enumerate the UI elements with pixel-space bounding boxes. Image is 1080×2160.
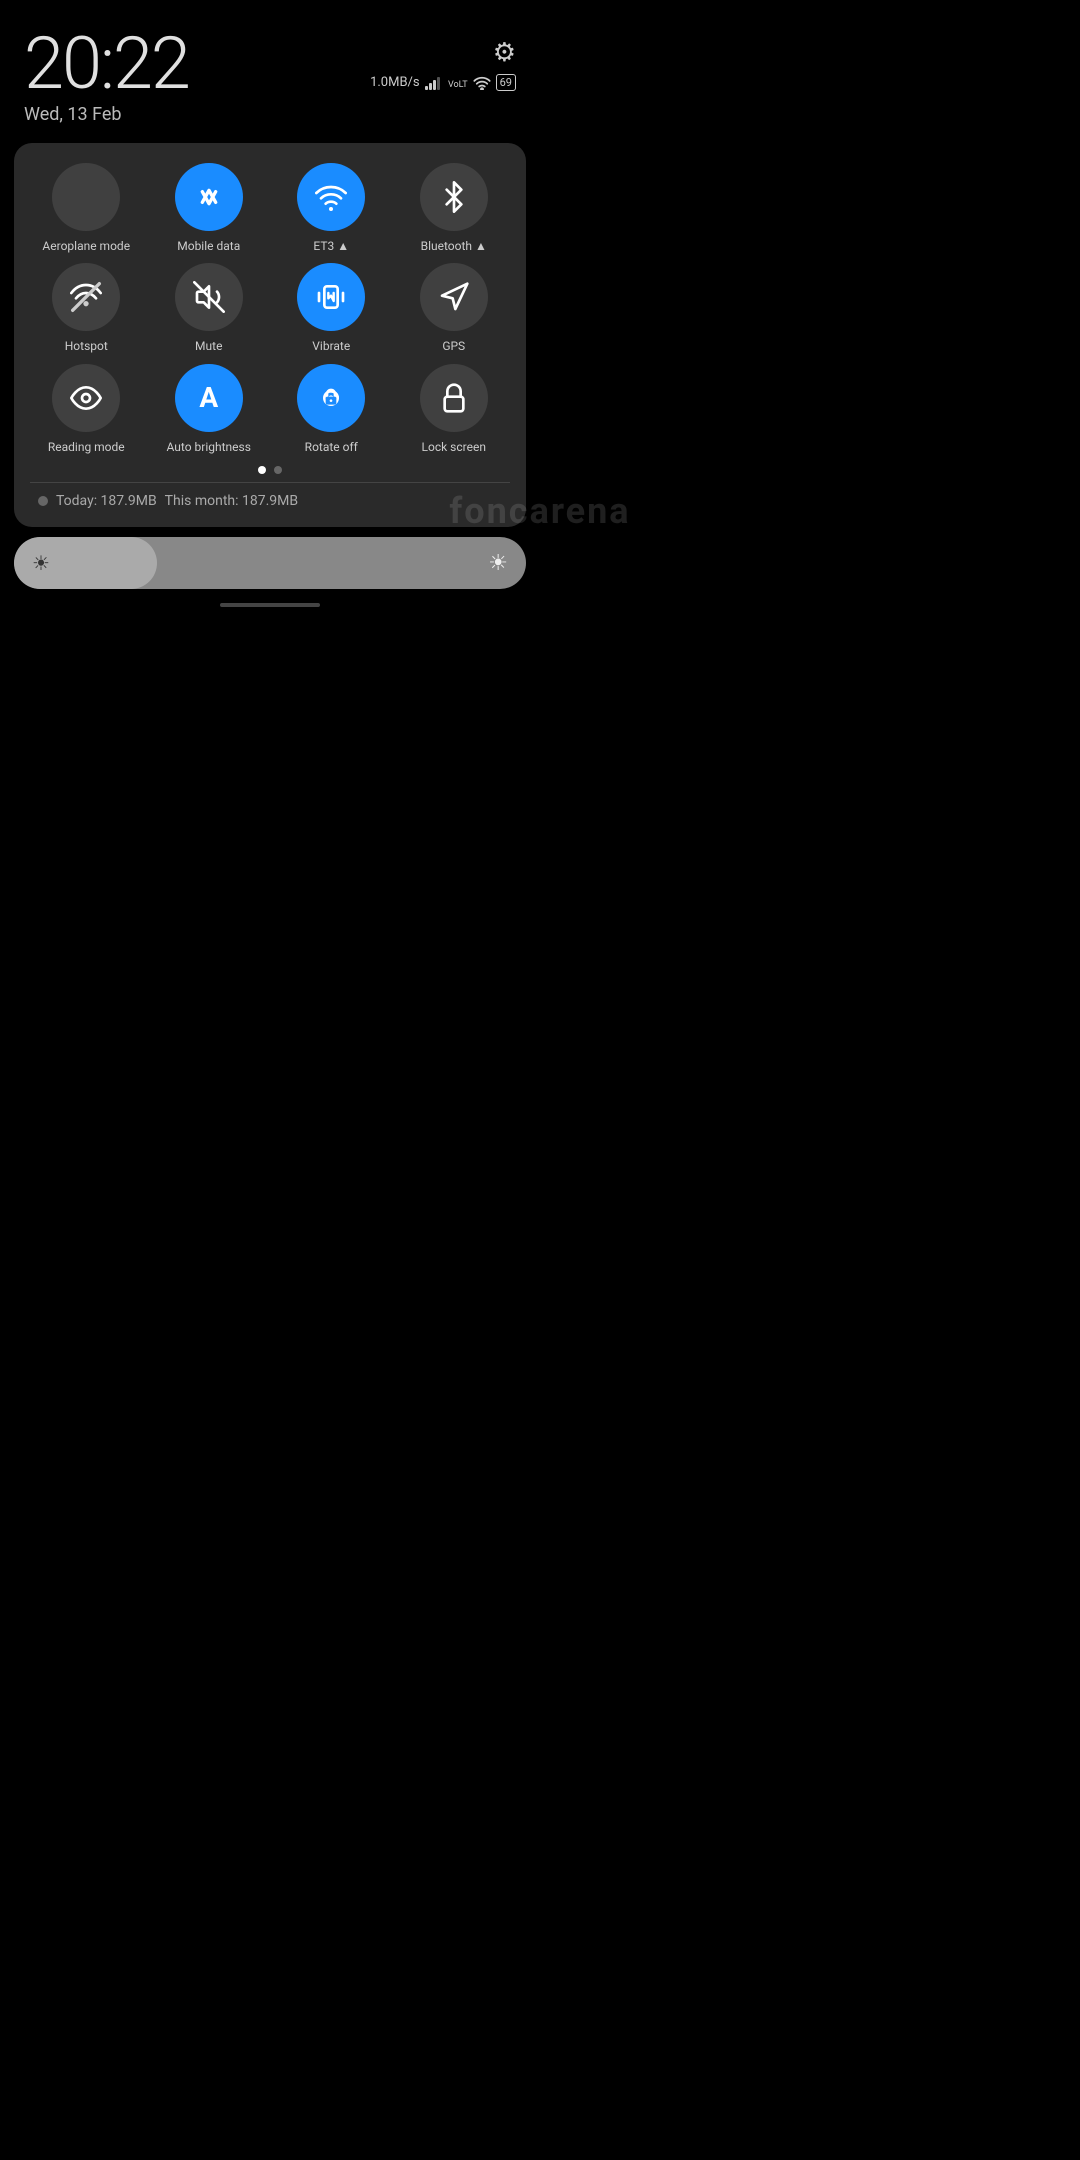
bluetooth-label: Bluetooth ▲ (421, 239, 487, 253)
aeroplane-label: Aeroplane mode (42, 239, 130, 253)
status-right: ⚙ 1.0MB/s VoLTE 69 (370, 28, 516, 91)
mobile-data-circle (175, 163, 243, 231)
wifi-label: ET3 ▲ (313, 239, 349, 253)
data-usage-bar: Today: 187.9MB This month: 187.9MB (30, 482, 510, 511)
toggle-grid: Aeroplane mode Mobile data (30, 163, 510, 454)
month-usage: This month: 187.9MB (165, 493, 298, 509)
lock-screen-label: Lock screen (422, 440, 486, 454)
auto-brightness-label: Auto brightness (167, 440, 251, 454)
hotspot-label: Hotspot (65, 339, 108, 353)
vibrate-circle (297, 263, 365, 331)
vibrate-icon (315, 281, 347, 313)
bluetooth-toggle[interactable]: Bluetooth ▲ (398, 163, 511, 253)
aeroplane-circle (52, 163, 120, 231)
wifi-status-icon (473, 76, 491, 90)
page-dot-2 (274, 466, 282, 474)
volte-icon: VoLTE (448, 76, 468, 90)
time-block: 20:22 Wed, 13 Feb (24, 28, 189, 125)
page-dot-1 (258, 466, 266, 474)
date: Wed, 13 Feb (24, 104, 189, 125)
battery-display: 69 (496, 74, 516, 91)
lock-circle (420, 364, 488, 432)
brightness-low-icon: ☀ (32, 551, 50, 575)
mute-toggle[interactable]: Mute (153, 263, 266, 353)
status-icons: 1.0MB/s VoLTE 69 (370, 74, 516, 91)
mute-label: Mute (195, 339, 222, 353)
hotspot-toggle[interactable]: Hotspot (30, 263, 143, 353)
eye-icon (70, 382, 102, 414)
clock: 20:22 (24, 28, 189, 100)
brightness-slider[interactable]: ☀ ☀ (14, 537, 526, 589)
quick-settings-panel: Aeroplane mode Mobile data (14, 143, 526, 527)
wifi-icon (315, 181, 347, 213)
settings-icon[interactable]: ⚙ (493, 38, 516, 68)
vibrate-label: Vibrate (312, 339, 350, 353)
gps-toggle[interactable]: GPS (398, 263, 511, 353)
rotate-circle (297, 364, 365, 432)
reading-label: Reading mode (48, 440, 125, 454)
mobile-data-icon (193, 181, 225, 213)
status-bar: 20:22 Wed, 13 Feb ⚙ 1.0MB/s VoLTE (0, 0, 540, 133)
wifi-circle (297, 163, 365, 231)
mute-circle (175, 263, 243, 331)
plane-icon (70, 181, 102, 213)
gps-icon (438, 281, 470, 313)
aeroplane-toggle[interactable]: Aeroplane mode (30, 163, 143, 253)
brightness-high-icon: ☀ (488, 551, 508, 576)
bluetooth-icon (438, 181, 470, 213)
lock-screen-toggle[interactable]: Lock screen (398, 364, 511, 454)
gps-label: GPS (442, 339, 465, 353)
rotate-label: Rotate off (305, 440, 358, 454)
mute-icon (193, 281, 225, 313)
data-usage-dot (38, 496, 48, 506)
hotspot-icon (70, 281, 102, 313)
vibrate-toggle[interactable]: Vibrate (275, 263, 388, 353)
rotate-icon (315, 382, 347, 414)
svg-text:VoLTE: VoLTE (448, 80, 468, 90)
auto-brightness-toggle[interactable]: A Auto brightness (153, 364, 266, 454)
rotate-toggle[interactable]: Rotate off (275, 364, 388, 454)
page-indicators (30, 466, 510, 474)
wifi-toggle[interactable]: ET3 ▲ (275, 163, 388, 253)
mobile-data-label: Mobile data (177, 239, 240, 253)
mobile-data-toggle[interactable]: Mobile data (153, 163, 266, 253)
lock-icon (438, 382, 470, 414)
bluetooth-circle (420, 163, 488, 231)
reading-mode-toggle[interactable]: Reading mode (30, 364, 143, 454)
speed-indicator: 1.0MB/s (370, 75, 420, 90)
auto-brightness-circle: A (175, 364, 243, 432)
reading-circle (52, 364, 120, 432)
auto-brightness-icon: A (199, 381, 218, 414)
hotspot-circle (52, 263, 120, 331)
home-indicator[interactable] (220, 603, 320, 607)
gps-circle (420, 263, 488, 331)
today-usage: Today: 187.9MB (56, 493, 157, 509)
signal-icon (425, 76, 443, 90)
